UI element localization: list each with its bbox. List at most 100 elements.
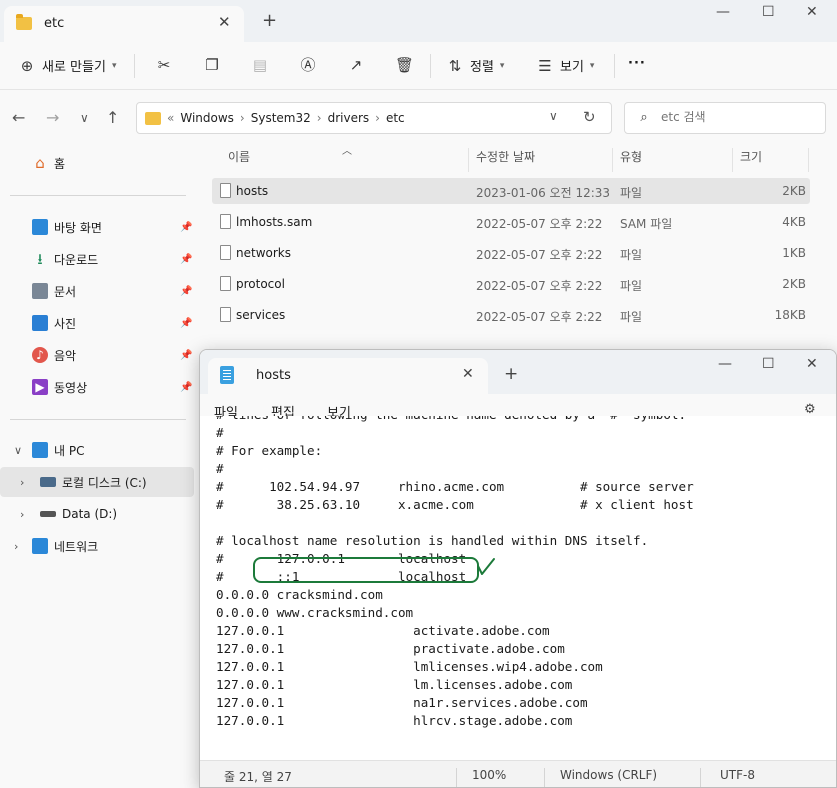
explorer-tab-etc[interactable]: etc ✕ bbox=[4, 6, 244, 42]
breadcrumb-system32[interactable]: System32 bbox=[251, 111, 311, 125]
sidebar-item-pictures[interactable]: 사진 📌 bbox=[0, 308, 194, 338]
recent-locations-chevron-icon[interactable]: ∨ bbox=[80, 111, 89, 125]
address-bar-row: ← → ∨ ↑ « Windows › System32 › drivers ›… bbox=[0, 96, 837, 140]
file-row-services[interactable]: services 2022-05-07 오후 2:22 파일 18KB bbox=[212, 302, 810, 328]
pin-icon[interactable]: 📌 bbox=[180, 318, 192, 329]
close-tab-icon[interactable]: ✕ bbox=[462, 366, 474, 382]
drive-icon bbox=[40, 477, 56, 487]
column-header-date[interactable]: 수정한 날짜 bbox=[476, 148, 535, 172]
explorer-tab-title: etc bbox=[44, 16, 65, 31]
sidebar-item-label: 바탕 화면 bbox=[54, 220, 102, 235]
file-row-networks[interactable]: networks 2022-05-07 오후 2:22 파일 1KB bbox=[212, 240, 810, 266]
search-input[interactable] bbox=[661, 110, 811, 124]
rename-button[interactable]: Ⓐ bbox=[299, 56, 317, 74]
new-tab-button[interactable]: + bbox=[504, 364, 518, 384]
sidebar-item-label: 사진 bbox=[54, 316, 77, 331]
minimize-icon[interactable]: — bbox=[716, 4, 730, 20]
pin-icon[interactable]: 📌 bbox=[180, 382, 192, 393]
sort-button[interactable]: ⇅ 정렬 ▾ bbox=[446, 56, 505, 76]
sidebar-item-this-pc[interactable]: ∨ 내 PC bbox=[0, 435, 194, 465]
status-divider bbox=[544, 768, 545, 787]
up-arrow-icon[interactable]: ↑ bbox=[106, 108, 119, 127]
file-row-hosts[interactable]: hosts 2023-01-06 오전 12:33 파일 2KB bbox=[212, 178, 810, 204]
minimize-icon[interactable]: — bbox=[718, 356, 732, 372]
column-header-name[interactable]: 이름 bbox=[228, 148, 250, 172]
close-window-icon[interactable]: ✕ bbox=[806, 4, 818, 20]
column-divider[interactable] bbox=[468, 148, 469, 172]
pin-icon[interactable]: 📌 bbox=[180, 254, 192, 265]
new-button[interactable]: ⊕ 새로 만들기 ▾ bbox=[18, 56, 117, 76]
file-row-protocol[interactable]: protocol 2022-05-07 오후 2:22 파일 2KB bbox=[212, 271, 810, 297]
sort-ascending-icon: ︿ bbox=[342, 146, 352, 157]
column-header-type[interactable]: 유형 bbox=[620, 148, 642, 172]
breadcrumb-drivers[interactable]: drivers bbox=[328, 111, 370, 125]
computer-icon bbox=[32, 442, 48, 458]
text-editor[interactable]: # lines or following the machine name de… bbox=[200, 416, 836, 758]
back-arrow-icon[interactable]: ← bbox=[12, 108, 25, 127]
column-divider[interactable] bbox=[612, 148, 613, 172]
pin-icon[interactable]: 📌 bbox=[180, 350, 192, 361]
chevron-right-icon[interactable]: › bbox=[14, 540, 18, 553]
paste-button[interactable]: ▤ bbox=[251, 56, 269, 74]
more-options-button[interactable]: ··· bbox=[628, 56, 646, 71]
refresh-icon[interactable]: ↻ bbox=[583, 108, 596, 126]
file-type: 파일 bbox=[620, 248, 643, 262]
close-window-icon[interactable]: ✕ bbox=[806, 356, 818, 372]
chevron-down-icon[interactable]: ∨ bbox=[14, 444, 22, 457]
sidebar-item-downloads[interactable]: ⭳ 다운로드 📌 bbox=[0, 244, 194, 274]
sidebar-item-home[interactable]: ⌂ 홈 bbox=[0, 148, 194, 178]
sidebar-item-network[interactable]: › 네트워크 bbox=[0, 531, 194, 561]
desktop-icon bbox=[32, 219, 48, 235]
copy-button[interactable]: ❐ bbox=[203, 56, 221, 74]
sidebar-item-music[interactable]: ♪ 음악 📌 bbox=[0, 340, 194, 370]
breadcrumb-etc[interactable]: etc bbox=[386, 111, 405, 125]
address-history-chevron-icon[interactable]: ∨ bbox=[549, 109, 558, 123]
file-date: 2022-05-07 오후 2:22 bbox=[476, 279, 603, 293]
status-divider bbox=[456, 768, 457, 787]
cut-button[interactable]: ✂ bbox=[155, 56, 173, 74]
sidebar-item-videos[interactable]: ▶ 동영상 📌 bbox=[0, 372, 194, 402]
chevron-right-icon[interactable]: › bbox=[20, 476, 24, 489]
breadcrumb-windows[interactable]: Windows bbox=[180, 111, 234, 125]
sidebar-item-documents[interactable]: 문서 📌 bbox=[0, 276, 194, 306]
chevron-right-icon[interactable]: › bbox=[20, 508, 24, 521]
folder-icon bbox=[16, 14, 32, 30]
column-divider[interactable] bbox=[808, 148, 809, 172]
pin-icon[interactable]: 📌 bbox=[180, 222, 192, 233]
view-button[interactable]: ☰ 보기 ▾ bbox=[536, 56, 594, 76]
plus-circle-icon: ⊕ bbox=[20, 56, 34, 75]
file-size: 1KB bbox=[782, 246, 806, 260]
forward-arrow-icon[interactable]: → bbox=[46, 108, 59, 127]
maximize-icon[interactable]: ☐ bbox=[762, 356, 775, 372]
file-row-lmhosts[interactable]: lmhosts.sam 2022-05-07 오후 2:22 SAM 파일 4K… bbox=[212, 209, 810, 235]
pin-icon[interactable]: 📌 bbox=[180, 286, 192, 297]
sidebar-item-label: 문서 bbox=[54, 284, 77, 299]
column-header-size[interactable]: 크기 bbox=[740, 148, 762, 172]
notepad-tab-title: hosts bbox=[256, 368, 291, 383]
sidebar-item-label: 네트워크 bbox=[54, 539, 99, 554]
breadcrumb-overflow-icon[interactable]: « bbox=[167, 111, 174, 125]
share-button[interactable]: ↗ bbox=[347, 56, 365, 74]
close-tab-icon[interactable]: ✕ bbox=[218, 13, 231, 31]
notepad-tab-hosts[interactable]: hosts ✕ bbox=[208, 358, 488, 394]
maximize-icon[interactable]: ☐ bbox=[762, 4, 775, 20]
address-bar[interactable]: « Windows › System32 › drivers › etc ∨ ↻ bbox=[136, 102, 612, 134]
chevron-right-icon: › bbox=[316, 111, 322, 125]
search-box[interactable]: ⌕ bbox=[624, 102, 826, 134]
explorer-tab-bar: etc ✕ + — ☐ ✕ bbox=[0, 0, 837, 42]
chevron-down-icon: ▾ bbox=[111, 60, 117, 71]
copy-icon: ❐ bbox=[205, 56, 219, 74]
file-date: 2022-05-07 오후 2:22 bbox=[476, 248, 603, 262]
editor-content: # lines or following the machine name de… bbox=[216, 416, 694, 728]
sidebar-item-desktop[interactable]: 바탕 화면 📌 bbox=[0, 212, 194, 242]
sidebar-item-local-disk[interactable]: › 로컬 디스크 (C:) bbox=[0, 467, 194, 497]
file-icon bbox=[220, 183, 231, 198]
clipboard-icon: ▤ bbox=[252, 56, 268, 74]
share-icon: ↗ bbox=[349, 56, 363, 74]
new-tab-button[interactable]: + bbox=[262, 10, 277, 31]
delete-button[interactable]: 🗑 bbox=[395, 56, 414, 74]
settings-gear-icon[interactable]: ⚙ bbox=[804, 402, 816, 417]
sidebar-item-data-disk[interactable]: › Data (D:) bbox=[0, 499, 194, 529]
file-icon bbox=[220, 307, 231, 322]
column-divider[interactable] bbox=[732, 148, 733, 172]
